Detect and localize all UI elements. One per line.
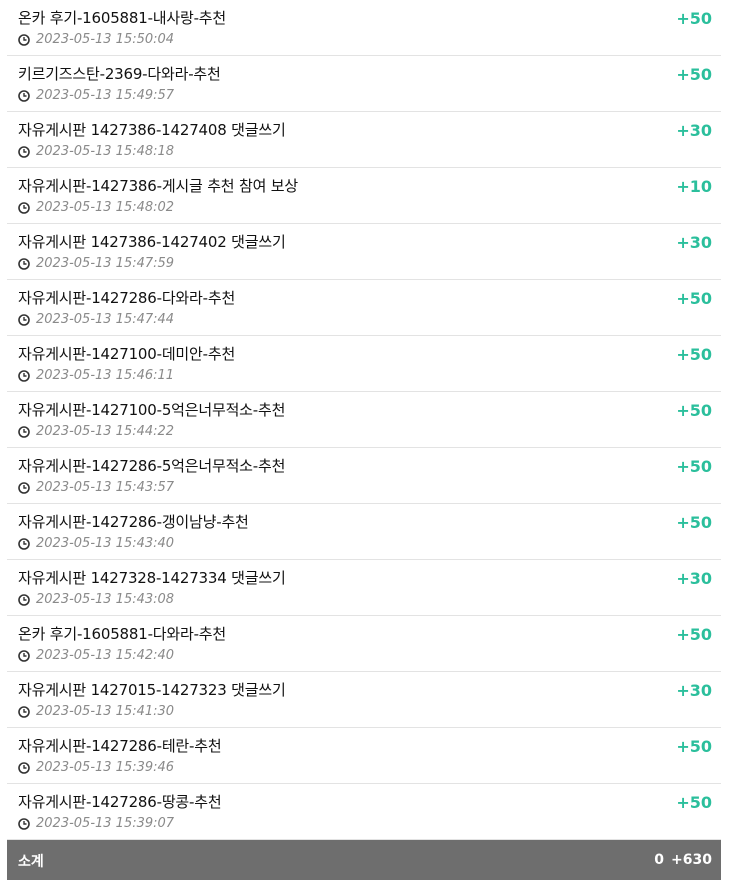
subtotal-label: 소계 [18, 854, 44, 870]
item-points: +50 [676, 737, 712, 756]
list-item: 자유게시판-1427386-게시글 추천 참여 보상 2023-05-13 15… [7, 168, 721, 224]
subtotal-value-b: +630 [671, 852, 712, 868]
subtotal-value-a: 0 [654, 852, 664, 868]
item-points: +30 [676, 569, 712, 588]
item-points: +50 [676, 793, 712, 812]
item-points: +30 [676, 121, 712, 140]
item-title: 자유게시판 1427386-1427402 댓글쓰기 [18, 233, 286, 251]
item-points: +50 [676, 289, 712, 308]
subtotal-bar: 소계 0 +630 [7, 840, 721, 880]
list-item: 자유게시판-1427286-다와라-추천 2023-05-13 15:47:44… [7, 280, 721, 336]
item-datetime: 2023-05-13 15:39:07 [36, 816, 175, 831]
item-datetime: 2023-05-13 15:48:02 [36, 200, 175, 215]
item-points: +50 [676, 9, 712, 28]
item-points: +10 [676, 177, 712, 196]
item-datetime-row: 2023-05-13 15:49:57 [18, 88, 174, 103]
item-datetime-row: 2023-05-13 15:43:08 [18, 592, 174, 607]
list-item: 자유게시판 1427015-1427323 댓글쓰기 2023-05-13 15… [7, 672, 721, 728]
clock-icon [18, 201, 30, 214]
item-title: 자유게시판-1427386-게시글 추천 참여 보상 [18, 177, 298, 195]
item-title: 자유게시판-1427100-5억은너무적소-추천 [18, 401, 286, 419]
item-title: 자유게시판-1427286-5억은너무적소-추천 [18, 457, 286, 475]
point-history-list: 온카 후기-1605881-내사랑-추천 2023-05-13 15:50:04… [7, 0, 721, 840]
list-item: 자유게시판 1427386-1427408 댓글쓰기 2023-05-13 15… [7, 112, 721, 168]
item-datetime: 2023-05-13 15:46:11 [36, 368, 175, 383]
item-title: 자유게시판 1427328-1427334 댓글쓰기 [18, 569, 286, 587]
item-datetime: 2023-05-13 15:39:46 [36, 760, 175, 775]
item-title: 자유게시판 1427015-1427323 댓글쓰기 [18, 681, 286, 699]
clock-icon [18, 257, 30, 270]
list-item: 온카 후기-1605881-다와라-추천 2023-05-13 15:42:40… [7, 616, 721, 672]
item-datetime-row: 2023-05-13 15:42:40 [18, 648, 174, 663]
item-datetime: 2023-05-13 15:48:18 [36, 144, 175, 159]
list-item: 자유게시판 1427328-1427334 댓글쓰기 2023-05-13 15… [7, 560, 721, 616]
list-item: 키르기즈스탄-2369-다와라-추천 2023-05-13 15:49:57 +… [7, 56, 721, 112]
clock-icon [18, 369, 30, 382]
item-datetime-row: 2023-05-13 15:39:46 [18, 760, 174, 775]
item-title: 자유게시판 1427386-1427408 댓글쓰기 [18, 121, 286, 139]
clock-icon [18, 313, 30, 326]
clock-icon [18, 33, 30, 46]
item-points: +50 [676, 401, 712, 420]
clock-icon [18, 537, 30, 550]
clock-icon [18, 145, 30, 158]
clock-icon [18, 761, 30, 774]
item-datetime: 2023-05-13 15:47:59 [36, 256, 175, 271]
clock-icon [18, 649, 30, 662]
item-title: 자유게시판-1427100-데미안-추천 [18, 345, 236, 363]
list-item: 온카 후기-1605881-내사랑-추천 2023-05-13 15:50:04… [7, 0, 721, 56]
item-points: +30 [676, 233, 712, 252]
item-datetime: 2023-05-13 15:43:57 [36, 480, 175, 495]
item-points: +50 [676, 513, 712, 532]
clock-icon [18, 425, 30, 438]
item-datetime: 2023-05-13 15:47:44 [36, 312, 175, 327]
item-title: 자유게시판-1427286-갱이남냥-추천 [18, 513, 249, 531]
item-datetime: 2023-05-13 15:42:40 [36, 648, 175, 663]
item-title: 온카 후기-1605881-내사랑-추천 [18, 9, 227, 27]
item-datetime-row: 2023-05-13 15:47:59 [18, 256, 174, 271]
item-datetime: 2023-05-13 15:44:22 [36, 424, 175, 439]
item-points: +50 [676, 457, 712, 476]
item-points: +50 [676, 65, 712, 84]
clock-icon [18, 593, 30, 606]
clock-icon [18, 89, 30, 102]
item-datetime: 2023-05-13 15:41:30 [36, 704, 175, 719]
list-item: 자유게시판-1427286-5억은너무적소-추천 2023-05-13 15:4… [7, 448, 721, 504]
item-datetime-row: 2023-05-13 15:41:30 [18, 704, 174, 719]
list-item: 자유게시판-1427286-갱이남냥-추천 2023-05-13 15:43:4… [7, 504, 721, 560]
list-item: 자유게시판-1427100-데미안-추천 2023-05-13 15:46:11… [7, 336, 721, 392]
list-item: 자유게시판-1427286-땅콩-추천 2023-05-13 15:39:07 … [7, 784, 721, 840]
item-title: 키르기즈스탄-2369-다와라-추천 [18, 65, 221, 83]
clock-icon [18, 705, 30, 718]
item-datetime: 2023-05-13 15:43:08 [36, 592, 175, 607]
clock-icon [18, 481, 30, 494]
item-datetime-row: 2023-05-13 15:47:44 [18, 312, 174, 327]
item-title: 온카 후기-1605881-다와라-추천 [18, 625, 227, 643]
item-datetime: 2023-05-13 15:43:40 [36, 536, 175, 551]
item-datetime-row: 2023-05-13 15:48:18 [18, 144, 174, 159]
item-datetime-row: 2023-05-13 15:43:57 [18, 480, 174, 495]
item-title: 자유게시판-1427286-땅콩-추천 [18, 793, 222, 811]
list-item: 자유게시판-1427100-5억은너무적소-추천 2023-05-13 15:4… [7, 392, 721, 448]
clock-icon [18, 817, 30, 830]
item-datetime: 2023-05-13 15:49:57 [36, 88, 175, 103]
item-points: +30 [676, 681, 712, 700]
item-datetime: 2023-05-13 15:50:04 [36, 32, 175, 47]
item-title: 자유게시판-1427286-다와라-추천 [18, 289, 236, 307]
item-datetime-row: 2023-05-13 15:50:04 [18, 32, 174, 47]
item-datetime-row: 2023-05-13 15:44:22 [18, 424, 174, 439]
list-item: 자유게시판 1427386-1427402 댓글쓰기 2023-05-13 15… [7, 224, 721, 280]
item-datetime-row: 2023-05-13 15:48:02 [18, 200, 174, 215]
item-points: +50 [676, 345, 712, 364]
item-datetime-row: 2023-05-13 15:43:40 [18, 536, 174, 551]
list-item: 자유게시판-1427286-테란-추천 2023-05-13 15:39:46 … [7, 728, 721, 784]
item-title: 자유게시판-1427286-테란-추천 [18, 737, 222, 755]
item-datetime-row: 2023-05-13 15:39:07 [18, 816, 174, 831]
item-points: +50 [676, 625, 712, 644]
item-datetime-row: 2023-05-13 15:46:11 [18, 368, 174, 383]
